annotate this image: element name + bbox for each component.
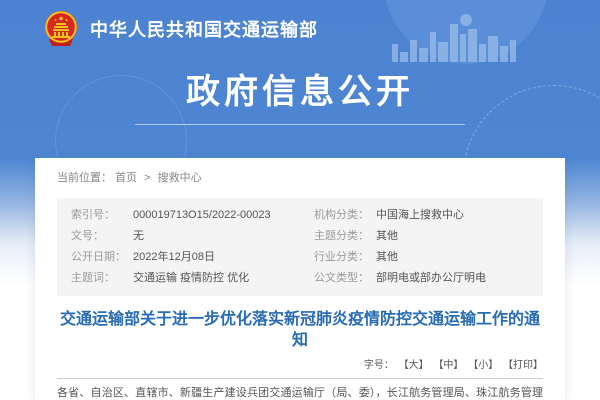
- metadata-value: 2022年12月08日: [133, 247, 215, 268]
- metadata-row: 主题词： 交通运输 疫情防控 优化: [57, 268, 300, 289]
- breadcrumb-link-rescue-center[interactable]: 搜救中心: [158, 172, 202, 184]
- banner: 政府信息公开: [0, 64, 600, 125]
- metadata-row: 行业分类： 其他: [300, 247, 543, 268]
- font-size-controls: 字号： 【大】 【中】 【小】 【打印】: [57, 356, 543, 379]
- page: 中华人民共和国交通运输部 政府信息公开 当前位置： 首页 > 搜救中心 索引号：…: [0, 0, 600, 400]
- metadata-value: 无: [133, 226, 144, 247]
- metadata-label: 行业分类：: [314, 247, 376, 268]
- metadata-value: 其他: [376, 226, 398, 247]
- font-size-label: 字号：: [364, 360, 394, 371]
- metadata-label: 主题分类：: [314, 226, 376, 247]
- metadata-label: 文号：: [71, 226, 133, 247]
- font-size-large-button[interactable]: 【大】: [399, 360, 429, 371]
- metadata-panel: 索引号： 000019713O15/2022-00023 文号： 无 公开日期：…: [57, 198, 543, 296]
- metadata-value: 中国海上搜救中心: [376, 205, 464, 226]
- document-title: 交通运输部关于进一步优化落实新冠肺炎疫情防控交通运输工作的通知: [57, 309, 543, 351]
- metadata-label: 索引号：: [71, 205, 133, 226]
- metadata-right-column: 机构分类： 中国海上搜救中心 主题分类： 其他 行业分类： 其他 公文类型： 部…: [300, 205, 543, 289]
- metadata-label: 公开日期：: [71, 247, 133, 268]
- document-body: 各省、自治区、直辖市、新疆生产建设兵团交通运输厅（局、委），长江航务管理局、珠江…: [57, 386, 543, 400]
- metadata-left-column: 索引号： 000019713O15/2022-00023 文号： 无 公开日期：…: [57, 205, 300, 289]
- content-card: 当前位置： 首页 > 搜救中心 索引号： 000019713O15/2022-0…: [35, 158, 565, 400]
- banner-underline: [135, 124, 465, 125]
- metadata-row: 机构分类： 中国海上搜救中心: [300, 205, 543, 226]
- metadata-label: 主题词：: [71, 268, 133, 289]
- metadata-row: 文号： 无: [57, 226, 300, 247]
- site-header-logo[interactable]: 中华人民共和国交通运输部: [42, 9, 318, 49]
- breadcrumb: 当前位置： 首页 > 搜救中心: [57, 158, 543, 185]
- metadata-label: 机构分类：: [314, 205, 376, 226]
- font-size-small-button[interactable]: 【小】: [468, 360, 498, 371]
- metadata-value: 部明电或部办公厅明电: [376, 268, 486, 289]
- metadata-value: 000019713O15/2022-00023: [133, 205, 271, 226]
- print-button[interactable]: 【打印】: [503, 360, 543, 371]
- metadata-label: 公文类型：: [314, 268, 376, 289]
- font-size-medium-button[interactable]: 【中】: [433, 360, 463, 371]
- breadcrumb-link-home[interactable]: 首页: [115, 172, 137, 184]
- breadcrumb-label: 当前位置：: [57, 172, 112, 184]
- breadcrumb-separator: >: [144, 172, 150, 184]
- metadata-row: 公文类型： 部明电或部办公厅明电: [300, 268, 543, 289]
- metadata-value: 其他: [376, 247, 398, 268]
- national-emblem-icon: [42, 9, 80, 49]
- metadata-value: 交通运输 疫情防控 优化: [133, 268, 249, 289]
- metadata-row: 主题分类： 其他: [300, 226, 543, 247]
- metadata-row: 公开日期： 2022年12月08日: [57, 247, 300, 268]
- site-name: 中华人民共和国交通运输部: [90, 16, 318, 42]
- banner-title: 政府信息公开: [0, 64, 600, 113]
- paragraph-salutation: 各省、自治区、直辖市、新疆生产建设兵团交通运输厅（局、委），长江航务管理局、珠江…: [57, 386, 543, 400]
- metadata-row: 索引号： 000019713O15/2022-00023: [57, 205, 300, 226]
- city-skyline-decoration: [378, 0, 558, 70]
